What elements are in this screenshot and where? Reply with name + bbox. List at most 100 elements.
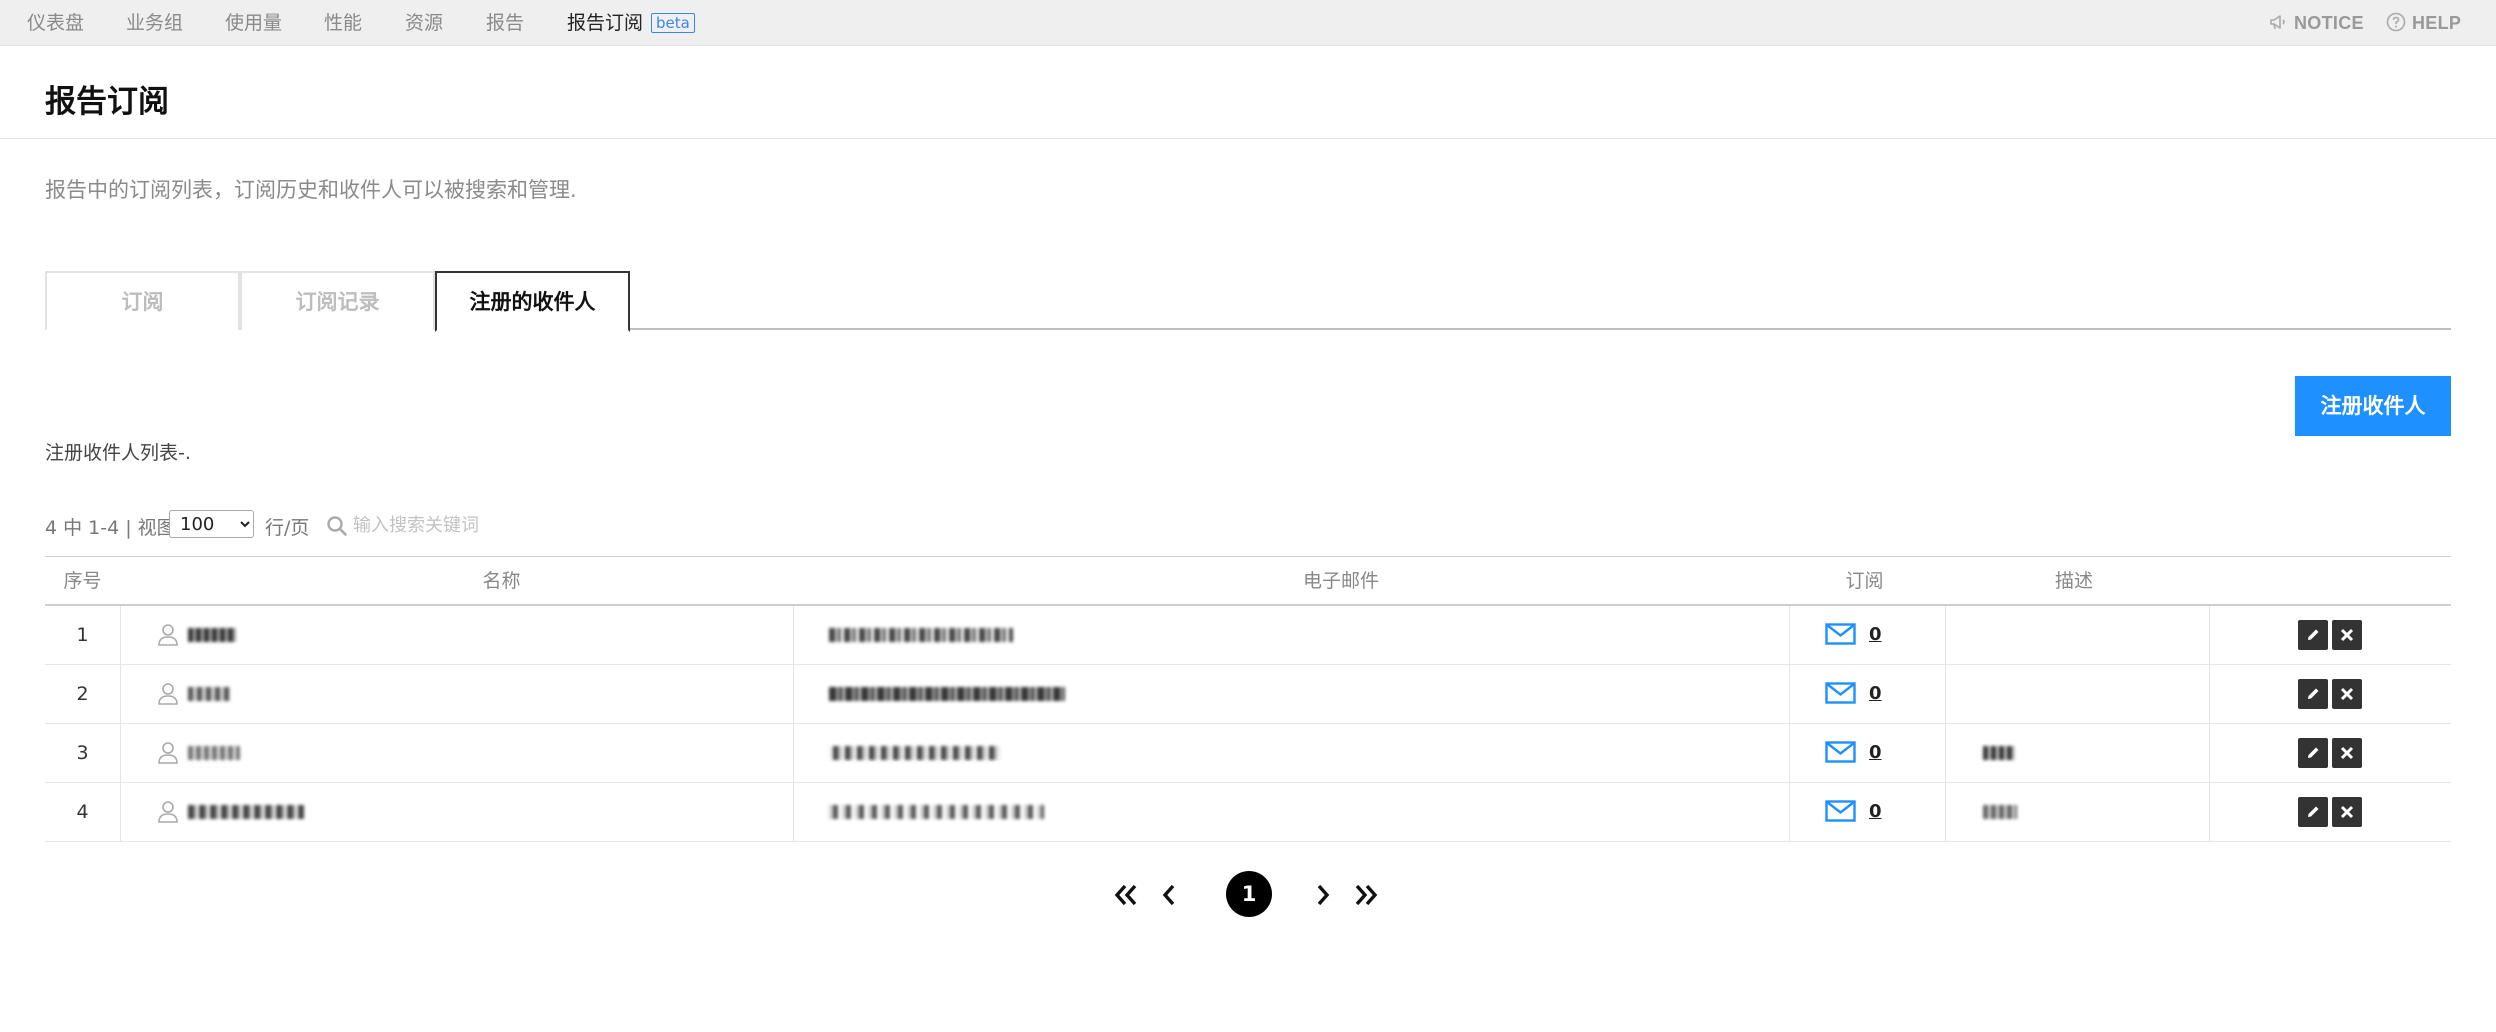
table-row: 2 0: [45, 665, 2451, 724]
pencil-icon: [2308, 629, 2319, 640]
name-redacted: [188, 746, 240, 760]
cell-divider: [793, 724, 794, 782]
beta-badge: beta: [651, 13, 695, 33]
top-nav: 仪表盘 业务组 使用量 性能 资源 报告 报告订阅 beta NOTICE HEL…: [0, 0, 2496, 46]
page-title: 报告订阅: [45, 84, 169, 120]
page-description: 报告中的订阅列表，订阅历史和收件人可以被搜索和管理.: [45, 178, 577, 202]
help-circle-icon: [2386, 12, 2406, 32]
cell-divider: [1945, 606, 1946, 664]
subscription-count-link[interactable]: 0: [1869, 606, 1882, 664]
cell-divider: [1945, 724, 1946, 782]
rows-per-page-label: 行/页: [265, 517, 310, 539]
megaphone-icon: [2270, 15, 2285, 30]
cell-divider: [1945, 783, 1946, 841]
nav-item-reports[interactable]: 报告: [486, 0, 524, 46]
nav-item-dashboard[interactable]: 仪表盘: [27, 0, 84, 46]
nav-item-resources[interactable]: 资源: [405, 0, 443, 46]
email-redacted: [829, 746, 1001, 760]
cell-divider: [1789, 724, 1790, 782]
close-icon: [2340, 687, 2354, 701]
table-row: 3 0: [45, 724, 2451, 783]
subscription-count-link[interactable]: 0: [1869, 783, 1882, 841]
recipients-table: 序号 名称 电子邮件 订阅 描述 1 0 2 0 3 0 4 0: [45, 556, 2451, 842]
row-index: 4: [76, 801, 89, 823]
email-redacted: [829, 628, 1013, 642]
nav-item-report-subscription[interactable]: 报告订阅 beta: [567, 0, 695, 46]
notice-label: NOTICE: [2294, 13, 2364, 33]
cell-divider: [2209, 665, 2210, 723]
delete-button[interactable]: [2332, 620, 2362, 650]
cell-divider: [793, 606, 794, 664]
header-subscriptions: 订阅: [1845, 570, 1884, 592]
cell-divider: [1789, 606, 1790, 664]
cell-divider: [120, 724, 121, 782]
description-redacted: [1983, 746, 2015, 760]
first-page-icon[interactable]: [1112, 878, 1140, 912]
search-input[interactable]: [353, 510, 613, 540]
pencil-icon: [2308, 806, 2319, 817]
cell-divider: [2209, 783, 2210, 841]
row-index: 3: [76, 742, 89, 764]
notice-link[interactable]: NOTICE: [2268, 0, 2364, 46]
prev-page-icon[interactable]: [1158, 878, 1180, 912]
name-redacted: [188, 628, 236, 642]
edit-button[interactable]: [2298, 738, 2328, 768]
cell-divider: [120, 783, 121, 841]
table-header: 序号 名称 电子邮件 订阅 描述: [45, 556, 2451, 606]
delete-button[interactable]: [2332, 679, 2362, 709]
table-row: 4 0: [45, 783, 2451, 842]
subscription-count-link[interactable]: 0: [1869, 724, 1882, 782]
subscription-count-link[interactable]: 0: [1869, 665, 1882, 723]
close-icon: [2340, 805, 2354, 819]
pencil-icon: [2308, 688, 2319, 699]
help-label: HELP: [2412, 13, 2462, 33]
cell-divider: [1789, 783, 1790, 841]
nav-item-usage[interactable]: 使用量: [225, 0, 282, 46]
edit-button[interactable]: [2298, 797, 2328, 827]
mail-icon[interactable]: [1825, 741, 1856, 763]
email-redacted: [829, 805, 1044, 819]
cell-divider: [793, 665, 794, 723]
cell-divider: [793, 783, 794, 841]
register-recipient-button[interactable]: 注册收件人: [2295, 376, 2451, 436]
nav-item-performance[interactable]: 性能: [324, 0, 362, 46]
email-redacted: [829, 687, 1065, 701]
user-icon: [158, 683, 178, 705]
pencil-icon: [2308, 747, 2319, 758]
edit-button[interactable]: [2298, 620, 2328, 650]
last-page-icon[interactable]: [1352, 878, 1380, 912]
nav-item-business-group[interactable]: 业务组: [126, 0, 183, 46]
header-name: 名称: [482, 570, 521, 592]
user-icon: [158, 742, 178, 764]
search-icon: [327, 516, 347, 536]
tab-registered-recipients[interactable]: 注册的收件人: [435, 271, 630, 332]
page-number-current[interactable]: 1: [1226, 871, 1272, 917]
name-redacted: [188, 805, 304, 819]
cell-divider: [2209, 606, 2210, 664]
list-description: 注册收件人列表-.: [45, 442, 191, 464]
header-description: 描述: [2054, 570, 2093, 592]
edit-button[interactable]: [2298, 679, 2328, 709]
mail-icon[interactable]: [1825, 682, 1856, 704]
mail-icon[interactable]: [1825, 800, 1856, 822]
delete-button[interactable]: [2332, 738, 2362, 768]
record-count: 4 中 1-4 | 视图: [45, 517, 176, 539]
description-redacted: [1983, 805, 2017, 819]
mail-icon[interactable]: [1825, 623, 1856, 645]
cell-divider: [2209, 724, 2210, 782]
tab-subscription-history[interactable]: 订阅记录: [240, 271, 435, 330]
cell-divider: [120, 665, 121, 723]
nav-item-report-subscription-label: 报告订阅: [567, 12, 644, 34]
help-link[interactable]: HELP: [2386, 0, 2461, 46]
next-page-icon[interactable]: [1312, 878, 1334, 912]
cell-divider: [120, 606, 121, 664]
close-icon: [2340, 628, 2354, 642]
rows-per-page-select[interactable]: 100: [169, 510, 254, 538]
close-icon: [2340, 746, 2354, 760]
row-index: 1: [76, 624, 89, 646]
user-icon: [158, 801, 178, 823]
delete-button[interactable]: [2332, 797, 2362, 827]
name-redacted: [188, 687, 230, 701]
row-index: 2: [76, 683, 89, 705]
tab-subscriptions[interactable]: 订阅: [45, 271, 240, 330]
